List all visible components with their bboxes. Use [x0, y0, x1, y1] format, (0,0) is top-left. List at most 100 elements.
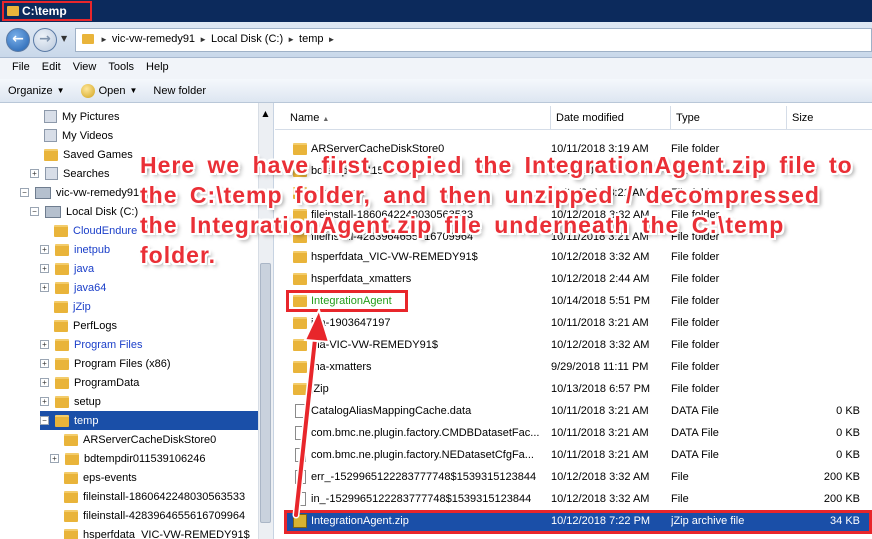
folder-icon	[55, 357, 69, 370]
expand-icon[interactable]: +	[50, 454, 59, 463]
folder-icon	[7, 6, 19, 16]
tree-item-jzip[interactable]: jZip	[54, 297, 91, 316]
tree-item-program-files-x86[interactable]: + Program Files (x86)	[40, 354, 171, 373]
list-item[interactable]: com.bmc.ne.plugin.factory.NEDatasetCfgFa…	[285, 444, 872, 466]
folder-icon	[65, 452, 79, 465]
folder-icon	[55, 281, 69, 294]
list-item[interactable]: hsperfdata_xmatters 10/12/2018 2:44 AM Fil…	[285, 268, 872, 290]
breadcrumb-temp[interactable]: temp	[299, 33, 323, 47]
tree-item-setup[interactable]: + setup	[40, 392, 101, 411]
back-button[interactable]: ←	[6, 28, 30, 52]
menu-help[interactable]: Help	[140, 58, 175, 79]
recent-pages-chevron-down-icon[interactable]: ▼	[61, 34, 67, 43]
organize-button[interactable]: Organize ▼	[0, 85, 73, 97]
column-headers: Name ▲ Date modified Type Size	[275, 106, 872, 130]
folder-icon	[54, 319, 68, 332]
title-bar: C:\temp	[0, 0, 872, 22]
tree-item-inetpub[interactable]: + inetpub	[40, 240, 110, 259]
list-item[interactable]: com.bmc.ne.plugin.factory.CMDBDatasetFac…	[285, 422, 872, 444]
folder-icon	[54, 300, 68, 313]
expand-icon[interactable]: +	[40, 245, 49, 254]
tree-item-my-pictures[interactable]: My Pictures	[44, 107, 119, 126]
list-item[interactable]: jna-1903647197 10/11/2018 3:21 AM File fol…	[285, 312, 872, 334]
scroll-up-arrow-icon[interactable]: ▲	[258, 107, 273, 121]
tree-item-java[interactable]: + java	[40, 259, 94, 278]
expand-icon[interactable]: +	[40, 340, 49, 349]
breadcrumb: ► vic-vw-remedy91 ► Local Disk (C:) ► te…	[100, 33, 335, 47]
sort-ascending-icon: ▲	[322, 116, 330, 123]
file-icon	[295, 426, 306, 440]
collapse-icon[interactable]: −	[40, 416, 49, 425]
list-item[interactable]: jZip 10/13/2018 6:57 PM File folder	[285, 378, 872, 400]
expand-icon[interactable]: +	[40, 359, 49, 368]
games-icon	[44, 148, 58, 161]
column-header-type[interactable]: Type	[671, 106, 787, 130]
menu-view[interactable]: View	[67, 58, 103, 79]
folder-icon	[55, 414, 69, 427]
breadcrumb-local-disk[interactable]: Local Disk (C:)	[211, 33, 283, 47]
chevron-right-icon[interactable]: ►	[328, 33, 336, 47]
expand-icon[interactable]: +	[40, 397, 49, 406]
menu-bar: File Edit View Tools Help	[0, 58, 872, 79]
new-folder-button[interactable]: New folder	[145, 85, 214, 97]
tree-item-programdata[interactable]: + ProgramData	[40, 373, 139, 392]
collapse-icon[interactable]: −	[30, 207, 39, 216]
menu-tools[interactable]: Tools	[102, 58, 140, 79]
chevron-right-icon[interactable]: ►	[100, 33, 108, 47]
folder-icon	[54, 224, 68, 237]
folder-icon	[293, 339, 307, 351]
collapse-icon[interactable]: −	[20, 188, 29, 197]
tree-item-program-files[interactable]: + Program Files	[40, 335, 142, 354]
tree-item-local-disk[interactable]: − Local Disk (C:)	[30, 202, 138, 221]
highlight-box-integrationagent-zip	[284, 510, 872, 534]
folder-icon	[55, 376, 69, 389]
expand-icon[interactable]: +	[40, 264, 49, 273]
tree-item-bdtempdir[interactable]: + bdtempdir011539106246	[50, 449, 206, 468]
folder-icon	[64, 490, 78, 503]
window-title: C:\temp	[22, 4, 67, 18]
chevron-right-icon[interactable]: ►	[287, 33, 295, 47]
tree-item-cloudendure[interactable]: CloudEndure	[54, 221, 137, 240]
column-header-size[interactable]: Size	[787, 106, 872, 130]
annotation-callout: Here we have first copied the Integratio…	[140, 152, 853, 268]
column-header-name[interactable]: Name ▲	[285, 106, 551, 130]
folder-icon	[55, 262, 69, 275]
expand-icon[interactable]: +	[30, 169, 39, 178]
tree-item-arservercache[interactable]: ARServerCacheDiskStore0	[64, 430, 216, 449]
tree-item-saved-games[interactable]: Saved Games	[44, 145, 133, 164]
address-box[interactable]: ► vic-vw-remedy91 ► Local Disk (C:) ► te…	[75, 28, 872, 52]
tree-item-my-videos[interactable]: My Videos	[44, 126, 113, 145]
scrollbar-thumb[interactable]	[260, 263, 271, 523]
chevron-right-icon[interactable]: ►	[199, 33, 207, 47]
column-header-date[interactable]: Date modified	[551, 106, 671, 130]
expand-icon[interactable]: +	[40, 283, 49, 292]
list-item[interactable]: jna-VIC-VW-REMEDY91$ 10/12/2018 3:32 AM Fi…	[285, 334, 872, 356]
menu-edit[interactable]: Edit	[36, 58, 67, 79]
forward-button[interactable]: →	[33, 28, 57, 52]
tree-item-temp[interactable]: − temp	[40, 411, 258, 430]
list-item[interactable]: in_-1529965122283777748$1539315123844 10/…	[285, 488, 872, 510]
videos-icon	[44, 129, 57, 142]
folder-icon	[64, 433, 78, 446]
list-item[interactable]: jna-xmatters 9/29/2018 11:11 PM File folde…	[285, 356, 872, 378]
address-bar: ← → ▼ ► vic-vw-remedy91 ► Local Disk (C:…	[0, 22, 872, 58]
open-button[interactable]: Open ▼	[73, 83, 146, 98]
pictures-icon	[44, 110, 57, 123]
tree-item-hsperfdata[interactable]: hsperfdata_VIC-VW-REMEDY91$	[64, 525, 250, 539]
tree-item-perflogs[interactable]: PerfLogs	[54, 316, 117, 335]
tree-item-computer[interactable]: − vic-vw-remedy91	[20, 183, 139, 202]
tree-item-java64[interactable]: + java64	[40, 278, 106, 297]
organize-label: Organize	[8, 84, 53, 97]
search-folder-icon	[45, 167, 58, 180]
tree-item-searches[interactable]: + Searches	[30, 164, 109, 183]
new-folder-label: New folder	[153, 84, 206, 97]
tree-item-fileinstall-1[interactable]: fileinstall-1860642248030563533	[64, 487, 245, 506]
list-item[interactable]: CatalogAliasMappingCache.data 10/11/2018 …	[285, 400, 872, 422]
breadcrumb-computer[interactable]: vic-vw-remedy91	[112, 33, 195, 47]
list-item[interactable]: err_-1529965122283777748$1539315123844 10…	[285, 466, 872, 488]
tree-item-eps-events[interactable]: eps-events	[64, 468, 137, 487]
folder-icon	[293, 317, 307, 329]
tree-item-fileinstall-2[interactable]: fileinstall-4283964655616709964	[64, 506, 245, 525]
expand-icon[interactable]: +	[40, 378, 49, 387]
menu-file[interactable]: File	[6, 58, 36, 79]
